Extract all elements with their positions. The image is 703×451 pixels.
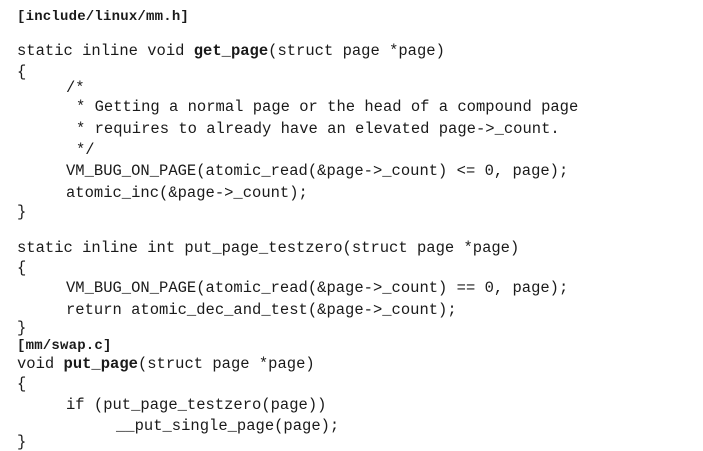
code-statement: return atomic_dec_and_test(&page->_count… xyxy=(66,301,457,319)
file-header-swap-c: [mm/swap.c] xyxy=(17,338,112,354)
file-header-mm-h: [include/linux/mm.h] xyxy=(17,9,190,25)
open-brace: { xyxy=(17,63,27,81)
comment-line: * Getting a normal page or the head of a… xyxy=(76,98,579,116)
signature-prefix: void xyxy=(17,355,64,373)
put-page-signature: void put_page(struct page *page) xyxy=(17,355,315,373)
comment-close: */ xyxy=(76,141,95,159)
close-brace: } xyxy=(17,319,27,337)
code-statement: VM_BUG_ON_PAGE(atomic_read(&page->_count… xyxy=(66,162,569,180)
comment-line: * requires to already have an elevated p… xyxy=(76,120,560,138)
put-page-testzero-signature: static inline int put_page_testzero(stru… xyxy=(17,239,520,257)
function-name-get-page: get_page xyxy=(193,42,269,60)
open-brace: { xyxy=(17,375,27,393)
code-statement: VM_BUG_ON_PAGE(atomic_read(&page->_count… xyxy=(66,279,569,297)
comment-open: /* xyxy=(66,79,85,97)
code-statement: if (put_page_testzero(page)) xyxy=(66,396,327,414)
signature-prefix: static inline void xyxy=(17,42,194,60)
code-statement: atomic_inc(&page->_count); xyxy=(66,184,308,202)
open-brace: { xyxy=(17,259,27,277)
code-listing: [include/linux/mm.h] static inline void … xyxy=(0,0,703,451)
close-brace: } xyxy=(17,203,27,221)
signature-suffix: (struct page *page) xyxy=(268,42,445,60)
function-name-put-page: put_page xyxy=(63,355,138,373)
close-brace: } xyxy=(17,433,27,451)
get-page-signature: static inline void get_page(struct page … xyxy=(17,42,445,60)
code-statement: __put_single_page(page); xyxy=(116,417,340,435)
signature-suffix: (struct page *page) xyxy=(137,355,315,373)
